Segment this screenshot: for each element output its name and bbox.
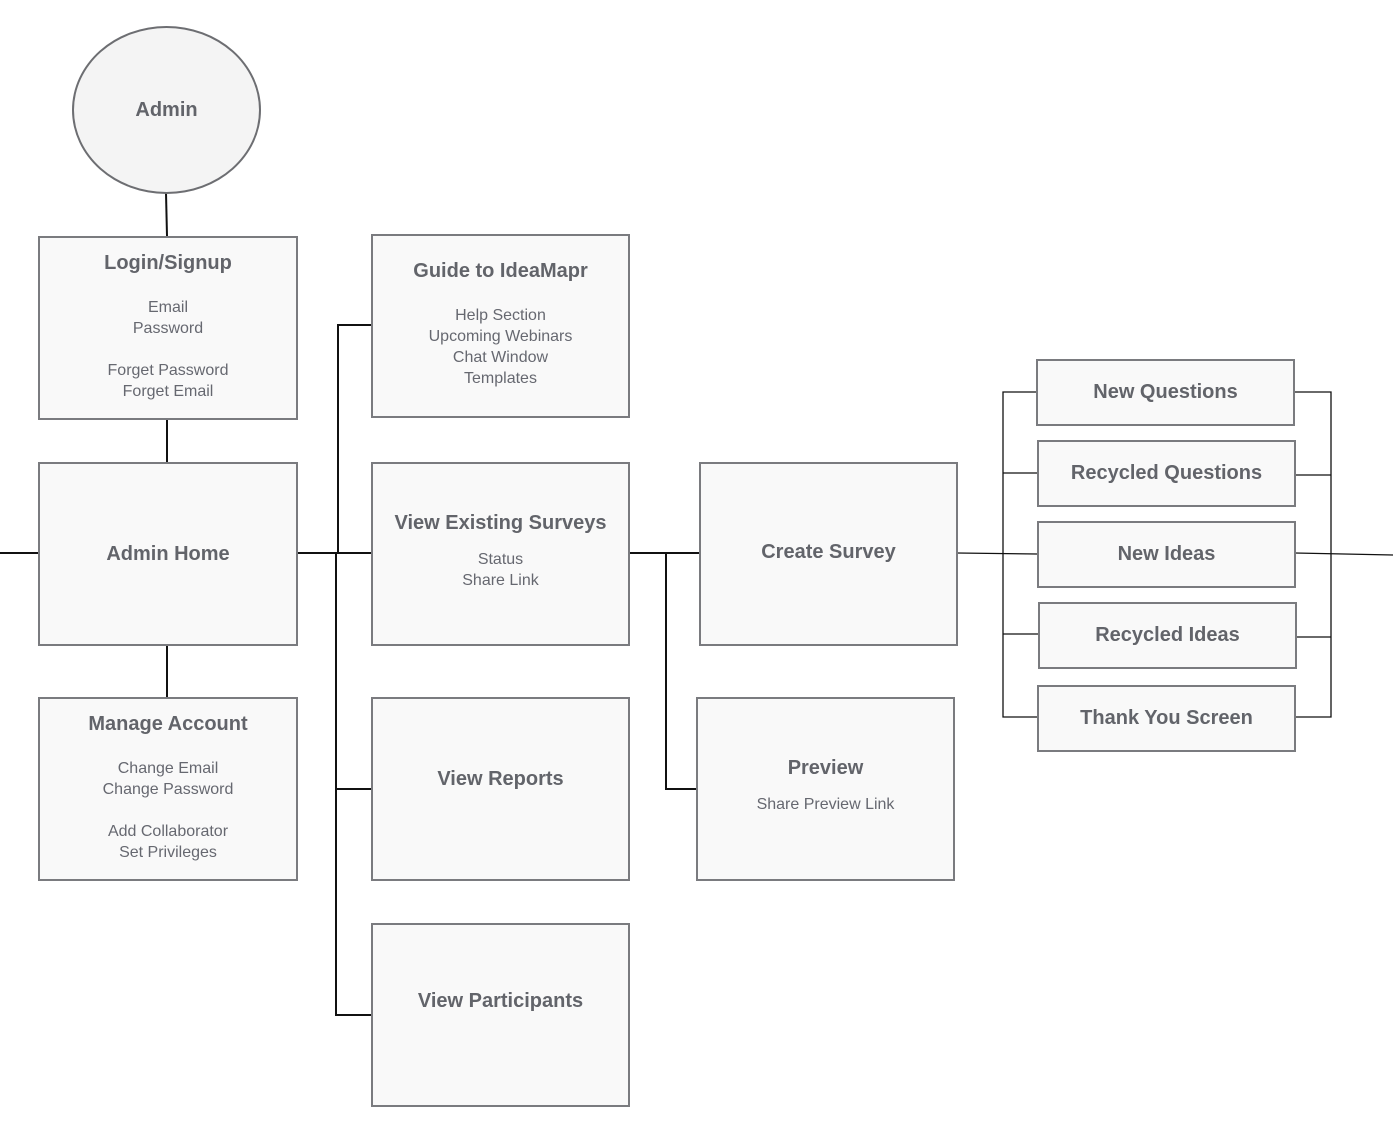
detail-item: Upcoming Webinars (428, 328, 573, 345)
node-create-survey: Create Survey (699, 462, 958, 646)
detail-item: Templates (464, 370, 537, 387)
detail-item: Change Email (117, 760, 219, 777)
node-view-reports: View Reports (371, 697, 630, 881)
node-title: Thank You Screen (1080, 707, 1253, 729)
node-title: View Reports (437, 767, 564, 790)
node-login-signup: Login/Signup Email Password Forget Passw… (38, 236, 298, 420)
detail-item: Add Collaborator (107, 823, 229, 840)
node-details: Help Section Upcoming Webinars Chat Wind… (429, 305, 573, 389)
node-title: Create Survey (761, 540, 896, 563)
node-guide-to-ideamapr: Guide to IdeaMapr Help Section Upcoming … (371, 234, 630, 418)
detail-item: Set Privileges (119, 844, 217, 861)
node-view-participants: View Participants (371, 923, 630, 1107)
node-new-questions: New Questions (1036, 359, 1295, 426)
node-title: View Existing Surveys (394, 512, 607, 534)
detail-item: Change Password (102, 781, 234, 798)
node-preview: Preview Share Preview Link (696, 697, 955, 881)
detail-item: Share Preview Link (756, 796, 895, 813)
detail-item: Help Section (455, 307, 546, 324)
node-view-existing-surveys: View Existing Surveys Status Share Link (371, 462, 630, 646)
node-title: Manage Account (88, 713, 248, 735)
node-new-ideas: New Ideas (1037, 521, 1296, 588)
node-title: Recycled Ideas (1095, 624, 1240, 646)
node-details: Share Preview Link (757, 794, 895, 815)
node-title: New Ideas (1117, 543, 1216, 565)
detail-item: Forget Email (122, 383, 214, 400)
node-title: Preview (787, 757, 864, 779)
detail-item: Forget Password (107, 362, 229, 379)
detail-item: Chat Window (452, 349, 549, 366)
node-admin-home: Admin Home (38, 462, 298, 646)
node-recycled-ideas: Recycled Ideas (1038, 602, 1297, 669)
node-title: Login/Signup (104, 252, 232, 274)
detail-item (108, 339, 229, 360)
detail-item: Share Link (462, 572, 539, 589)
detail-item: Password (132, 320, 204, 337)
node-details: Status Share Link (462, 549, 539, 591)
node-title: Admin Home (106, 542, 230, 565)
detail-item: Status (477, 551, 524, 568)
node-title: View Participants (417, 989, 584, 1012)
node-title: Guide to IdeaMapr (413, 260, 588, 282)
node-details: Change Email Change Password Add Collabo… (103, 758, 234, 863)
node-recycled-questions: Recycled Questions (1037, 440, 1296, 507)
node-thank-you-screen: Thank You Screen (1037, 685, 1296, 752)
node-admin: Admin (72, 26, 261, 194)
detail-item (103, 800, 234, 821)
detail-item: Email (147, 299, 188, 316)
node-title: Admin (135, 98, 198, 121)
node-details: Email Password Forget Password Forget Em… (108, 297, 229, 402)
node-title: New Questions (1093, 381, 1238, 403)
node-manage-account: Manage Account Change Email Change Passw… (38, 697, 298, 881)
node-title: Recycled Questions (1070, 462, 1263, 484)
